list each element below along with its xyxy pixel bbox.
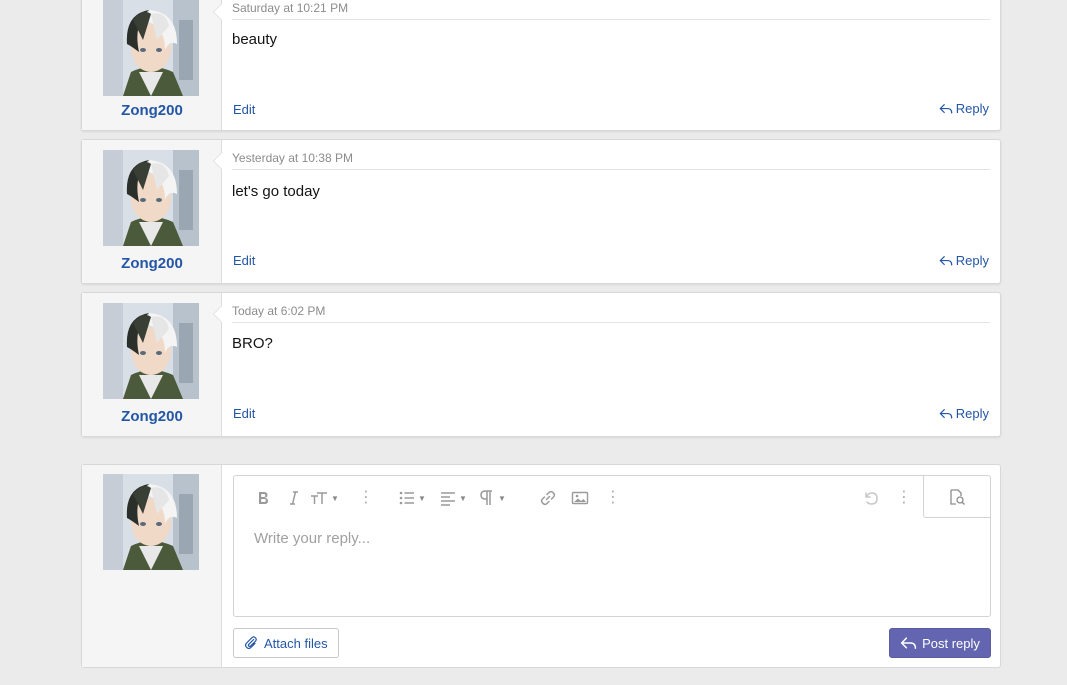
- image-icon[interactable]: [571, 488, 589, 508]
- user-panel: Zong200: [82, 140, 222, 283]
- username-link[interactable]: Zong200: [82, 255, 222, 272]
- edit-link[interactable]: Edit: [233, 102, 255, 117]
- username-link[interactable]: Zong200: [82, 408, 222, 425]
- paragraph-icon[interactable]: ▼: [478, 488, 506, 508]
- post-body: BRO?: [232, 335, 273, 352]
- post-reply-button[interactable]: Post reply: [889, 628, 991, 658]
- reply-icon: [939, 255, 953, 266]
- quick-reply: ▼ ⋮ ▼ ▼ ▼ ⋮ ⋮ Write your reply... Attach…: [81, 464, 1001, 668]
- avatar[interactable]: [103, 303, 199, 399]
- paperclip-icon: [244, 636, 257, 650]
- italic-icon[interactable]: [285, 488, 303, 508]
- more-options-icon[interactable]: ⋮: [358, 488, 374, 508]
- username-link[interactable]: Zong200: [82, 102, 222, 119]
- reply-label: Reply: [955, 101, 989, 116]
- reply-icon: [939, 408, 953, 419]
- edit-link[interactable]: Edit: [233, 253, 255, 268]
- list-icon[interactable]: ▼: [398, 488, 426, 508]
- post-body: let's go today: [232, 183, 320, 200]
- reply-icon: [900, 636, 917, 649]
- more-options-icon[interactable]: ⋮: [896, 488, 912, 508]
- edit-link[interactable]: Edit: [233, 406, 255, 421]
- editor-toolbar: ▼ ⋮ ▼ ▼ ▼ ⋮ ⋮: [234, 476, 990, 518]
- post-date[interactable]: Today at 6:02 PM: [232, 304, 990, 323]
- more-options-icon[interactable]: ⋮: [605, 488, 621, 508]
- reply-link[interactable]: Reply: [939, 101, 989, 116]
- post-body: beauty: [232, 31, 278, 48]
- post-date[interactable]: Yesterday at 10:38 PM: [232, 151, 990, 170]
- attach-label: Attach files: [264, 635, 328, 651]
- user-panel: Zong200: [82, 0, 222, 130]
- user-panel: Zong200: [82, 293, 222, 436]
- post-reply-label: Post reply: [922, 635, 980, 651]
- avatar[interactable]: [103, 0, 199, 96]
- post-date[interactable]: Saturday at 10:21 PM: [232, 1, 990, 20]
- reply-placeholder[interactable]: Write your reply...: [254, 530, 370, 547]
- align-icon[interactable]: ▼: [439, 488, 467, 508]
- link-icon[interactable]: [539, 488, 557, 508]
- preview-icon[interactable]: [923, 476, 990, 518]
- avatar: [103, 474, 199, 570]
- reply-editor[interactable]: ▼ ⋮ ▼ ▼ ▼ ⋮ ⋮ Write your reply...: [233, 475, 991, 617]
- bold-icon[interactable]: [254, 488, 272, 508]
- reply-link[interactable]: Reply: [939, 253, 989, 268]
- user-panel: [82, 465, 222, 667]
- message-post: Zong200 Today at 6:02 PM BRO? Edit Reply: [81, 292, 1001, 437]
- undo-icon[interactable]: [862, 488, 880, 508]
- reply-link[interactable]: Reply: [939, 406, 989, 421]
- message-post: Zong200 Yesterday at 10:38 PM let's go t…: [81, 139, 1001, 284]
- reply-label: Reply: [955, 253, 989, 268]
- text-size-icon[interactable]: ▼: [309, 488, 339, 508]
- message-post: Zong200 Saturday at 10:21 PM beauty Edit…: [81, 0, 1001, 131]
- reply-label: Reply: [955, 406, 989, 421]
- attach-files-button[interactable]: Attach files: [233, 628, 339, 658]
- reply-icon: [939, 103, 953, 114]
- avatar[interactable]: [103, 150, 199, 246]
